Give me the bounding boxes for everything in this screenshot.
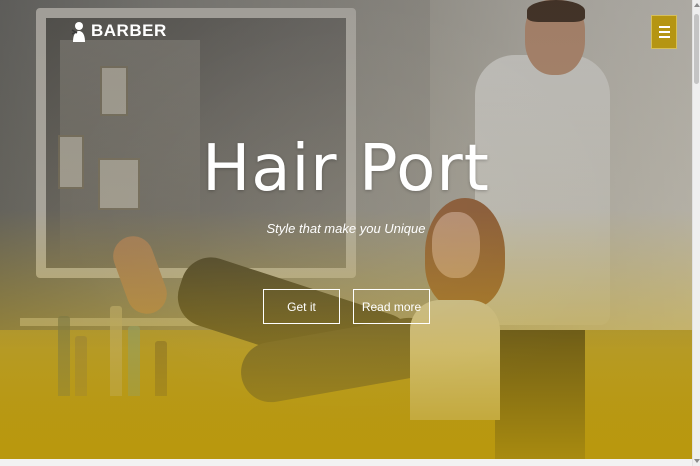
menu-bar <box>658 36 670 38</box>
page-viewport: BARBER Hair Port Style that make you Uni… <box>0 0 700 466</box>
hero-section: BARBER Hair Port Style that make you Uni… <box>0 0 692 466</box>
read-more-button[interactable]: Read more <box>353 289 430 324</box>
scroll-up-arrow-icon[interactable] <box>694 3 700 7</box>
hero-title: Hair Port <box>202 132 490 206</box>
logo-text: BARBER <box>91 21 167 40</box>
horizontal-scrollbar[interactable] <box>0 459 692 466</box>
scissors-head-icon <box>71 22 85 42</box>
menu-bar <box>658 31 670 33</box>
scroll-down-arrow-icon[interactable] <box>694 459 700 463</box>
site-logo[interactable]: BARBER <box>70 20 167 42</box>
vertical-scrollbar[interactable] <box>692 0 700 466</box>
menu-bar <box>658 26 670 28</box>
get-it-button[interactable]: Get it <box>263 289 340 324</box>
hamburger-menu-button[interactable] <box>651 15 677 49</box>
hero-subtitle: Style that make you Unique <box>266 221 426 236</box>
scrollbar-thumb[interactable] <box>694 14 699 84</box>
